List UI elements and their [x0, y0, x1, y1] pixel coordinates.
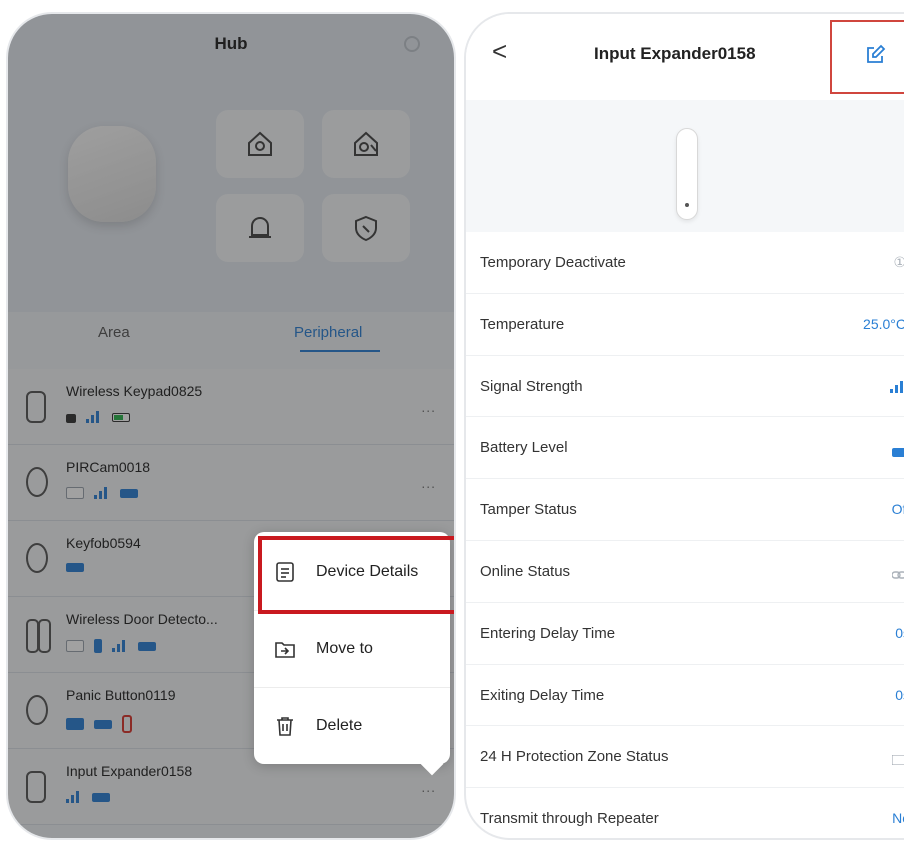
delete-menu-item[interactable]: Delete — [254, 688, 450, 764]
property-row: Tamper Status Off — [466, 479, 904, 541]
property-label: Signal Strength — [480, 377, 583, 395]
edit-button[interactable] — [830, 20, 904, 94]
property-row: Transmit through Repeater No — [466, 788, 904, 838]
property-label: Exiting Delay Time — [480, 686, 605, 704]
input-expander-image — [676, 128, 698, 220]
signal-icon — [890, 380, 904, 396]
menu-item-label: Delete — [316, 717, 363, 734]
property-label: Entering Delay Time — [480, 624, 616, 642]
property-row: Online Status — [466, 541, 904, 603]
property-row: Temperature 25.0°C — [466, 294, 904, 356]
info-icon[interactable]: ① — [893, 254, 904, 271]
property-value: No — [892, 810, 904, 827]
property-row: 24 H Protection Zone Status — [466, 726, 904, 789]
nav-bar: < Input Expander0158 — [466, 14, 904, 100]
back-button[interactable]: < — [492, 38, 507, 64]
trash-icon — [277, 717, 293, 736]
property-label: Temperature — [480, 315, 565, 333]
page-title: Input Expander0158 — [594, 44, 756, 63]
property-value: 25.0°C — [863, 315, 904, 332]
menu-item-label: Move to — [316, 640, 373, 657]
property-list: Temporary Deactivate ① Temperature 25.0°… — [466, 232, 904, 838]
device-detail-screen: < Input Expander0158 Temporary Deactivat… — [466, 14, 904, 838]
hub-phone-screen: Hub Area Peripheral Wireless Keypad0825 — [8, 14, 454, 838]
property-row: Entering Delay Time 0s — [466, 603, 904, 665]
property-row: Exiting Delay Time 0s — [466, 665, 904, 727]
property-label: 24 H Protection Zone Status — [480, 748, 669, 766]
property-label: Battery Level — [480, 439, 568, 457]
property-value: 0s — [895, 686, 904, 703]
property-value: Off — [891, 501, 904, 518]
battery-icon — [892, 444, 904, 460]
property-label: Transmit through Repeater — [480, 810, 659, 828]
toggle-icon[interactable] — [891, 752, 904, 768]
property-label: Online Status — [480, 562, 571, 580]
property-row: Battery Level — [466, 417, 904, 480]
edit-icon — [867, 44, 886, 63]
move-to-menu-item[interactable]: Move to — [254, 611, 450, 687]
property-row[interactable]: Temporary Deactivate ① — [466, 232, 904, 294]
highlight-annotation — [258, 536, 454, 614]
property-row: Signal Strength — [466, 356, 904, 418]
device-preview — [466, 100, 904, 232]
property-value: 0s — [895, 624, 904, 641]
property-label: Temporary Deactivate — [480, 254, 626, 271]
property-label: Tamper Status — [480, 501, 577, 519]
move-folder-icon — [275, 642, 295, 658]
link-icon — [891, 567, 904, 583]
